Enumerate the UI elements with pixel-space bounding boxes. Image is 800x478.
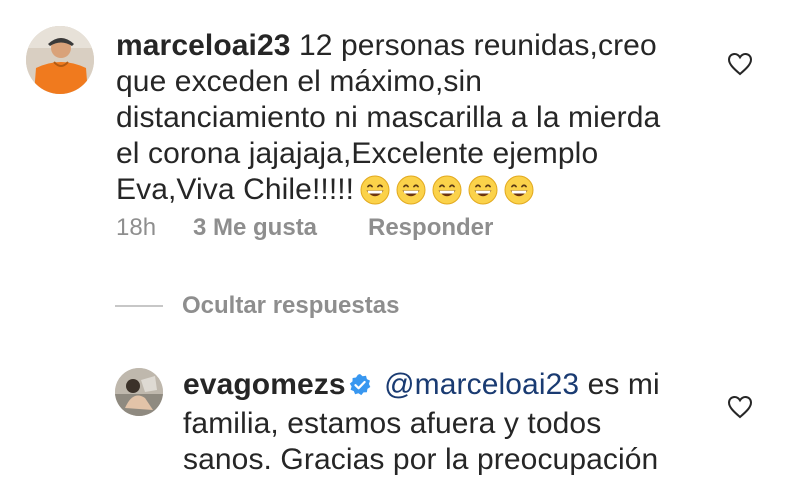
like-heart-icon[interactable] [727,52,753,81]
grinning-face-emoji-icon [468,175,498,214]
replies-divider [115,305,163,307]
comment-text-line1: 12 personas reunidas,creo [299,29,657,62]
reply-text-line3: sanos. Gracias por la preocupación [183,443,659,476]
comment-username[interactable]: marceloai23 [116,29,291,62]
reply-button[interactable]: Responder [368,214,493,242]
comment-text-line4: el corona jajajaja,Excelente ejemplo [116,137,599,170]
avatar-marceloai23[interactable] [26,26,94,94]
emoji-row [354,173,534,206]
reply-mention-link[interactable]: @marceloai23 [384,368,579,401]
comment-body: marceloai23 12 personas reunidas,creo qu… [116,28,706,214]
reply-body: evagomezs @marceloai23 es mi familia, es… [183,367,703,478]
reply-like-heart-icon[interactable] [727,395,753,424]
comment-likes-count[interactable]: 3 Me gusta [193,214,317,242]
reply-username[interactable]: evagomezs [183,368,346,401]
comment-timestamp: 18h [116,214,157,241]
comment-text-line3: distanciamiento ni mascarilla a la mierd… [116,101,661,134]
grinning-face-emoji-icon [504,175,534,214]
reply-text-line2: familia, estamos afuera y todos [183,407,602,440]
comment-text-line2: que exceden el máximo,sin [116,65,483,98]
comment-text-line5: Eva,Viva Chile!!!!! [116,173,355,206]
reply-text-line1: es mi [587,368,660,401]
grinning-face-emoji-icon [396,175,426,214]
avatar-evagomezs[interactable] [115,368,163,416]
hide-replies-button[interactable]: Ocultar respuestas [182,292,399,320]
grinning-face-emoji-icon [432,175,462,214]
verified-badge-icon [348,370,372,406]
grinning-face-emoji-icon [360,175,390,214]
